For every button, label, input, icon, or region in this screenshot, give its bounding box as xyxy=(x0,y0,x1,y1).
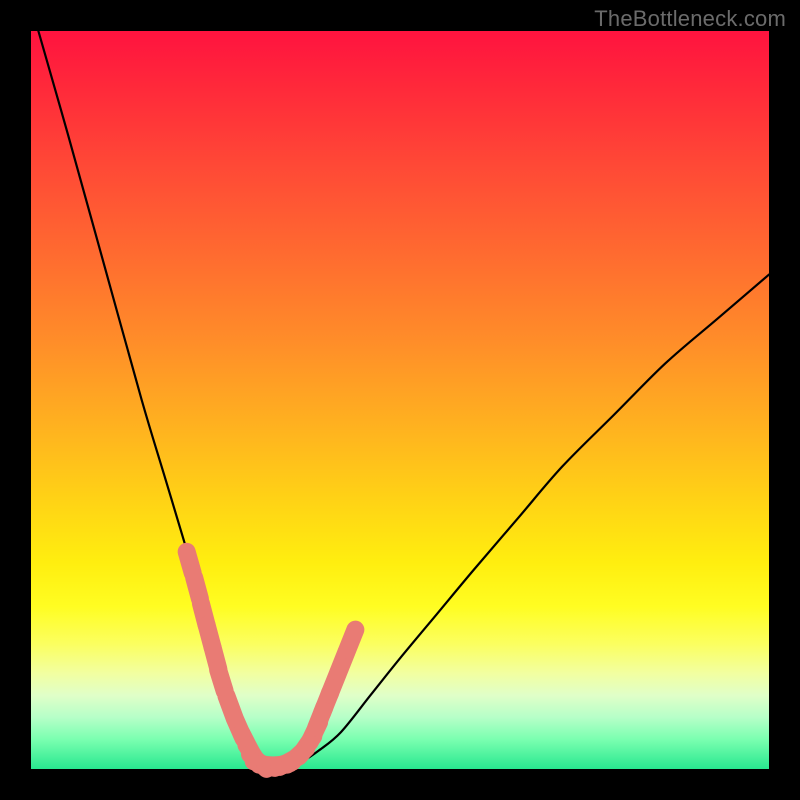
chart-svg xyxy=(31,31,769,769)
watermark-text: TheBottleneck.com xyxy=(594,6,786,32)
highlight-band xyxy=(187,552,356,769)
highlight-capsule xyxy=(347,630,355,650)
chart-frame: TheBottleneck.com xyxy=(0,0,800,800)
curve-line xyxy=(38,31,769,766)
bottleneck-curve xyxy=(38,31,769,766)
